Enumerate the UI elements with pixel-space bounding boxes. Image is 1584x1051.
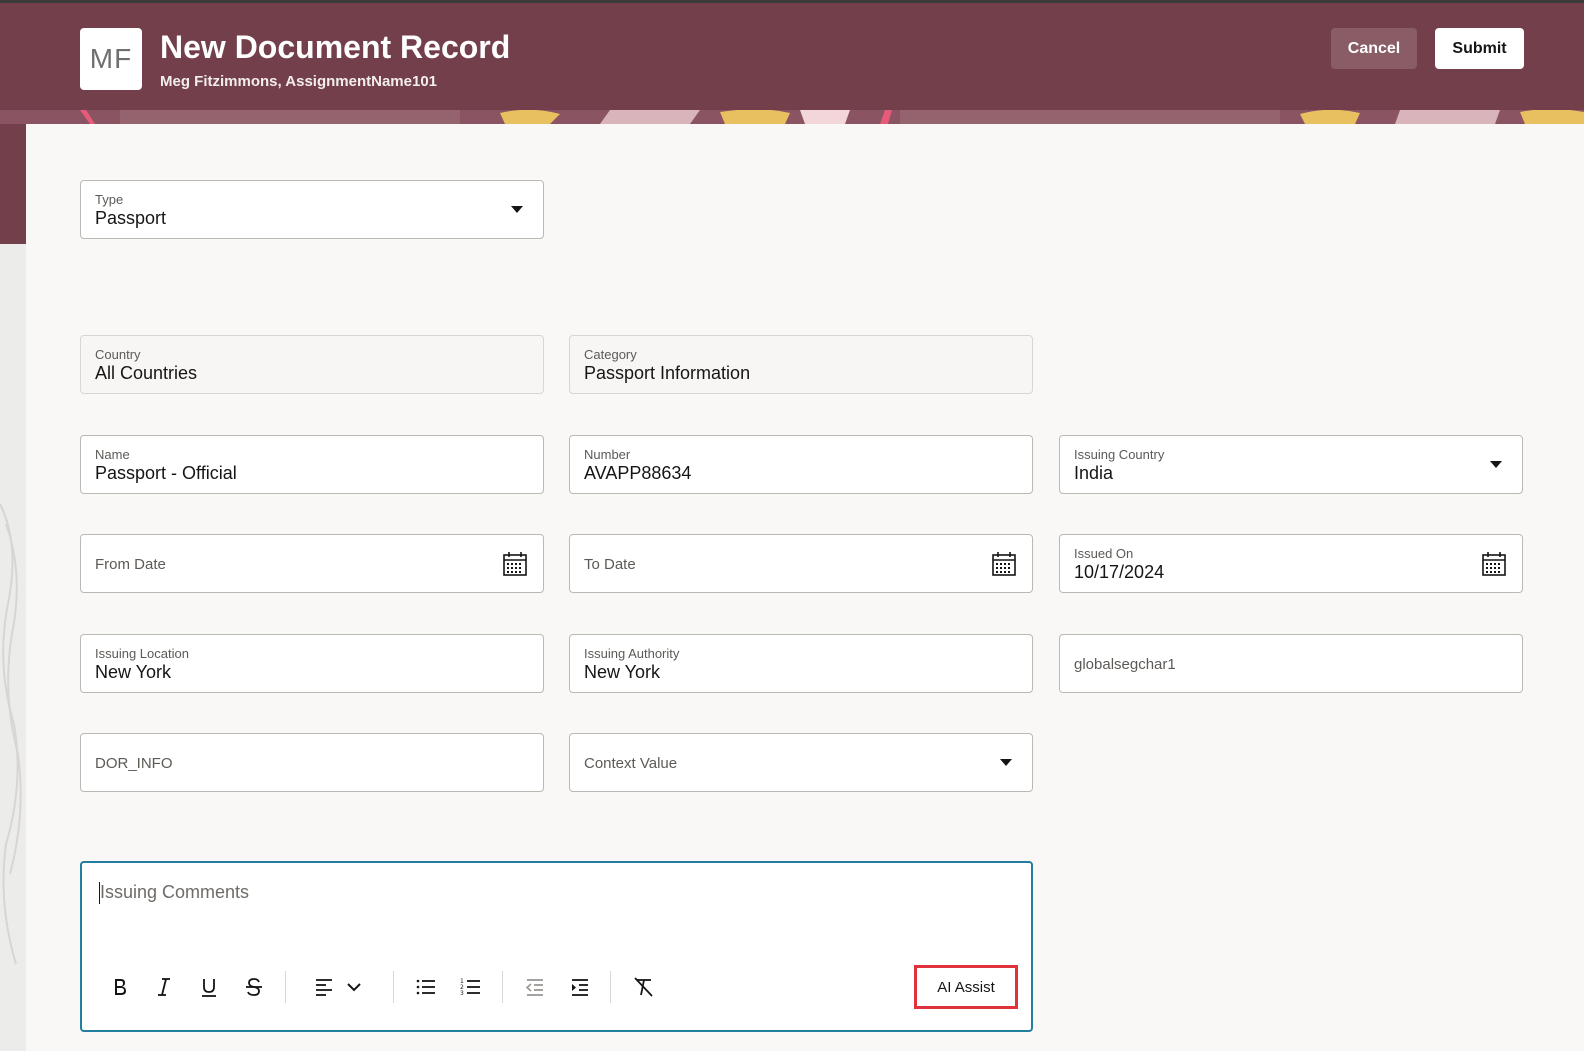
issuing-authority-value: New York xyxy=(584,662,661,682)
number-input[interactable]: Number AVAPP88634 xyxy=(569,435,1033,494)
country-label: Country xyxy=(95,347,141,362)
issuing-location-label: Issuing Location xyxy=(95,646,189,661)
context-value-placeholder: Context Value xyxy=(584,755,678,772)
issuing-location-value: New York xyxy=(95,662,172,682)
page-subtitle: Meg Fitzimmons, AssignmentName101 xyxy=(160,73,438,90)
toolbar-divider xyxy=(393,971,394,1003)
page-title: New Document Record xyxy=(160,29,511,65)
context-value-select[interactable]: Context Value xyxy=(569,733,1033,792)
issuing-authority-input[interactable]: Issuing Authority New York xyxy=(569,634,1033,693)
avatar: MF xyxy=(80,28,142,90)
dor-info-placeholder: DOR_INFO xyxy=(95,755,173,772)
globalsegchar1-placeholder: globalsegchar1 xyxy=(1074,656,1176,673)
toolbar-divider xyxy=(502,971,503,1003)
issued-on-label: Issued On xyxy=(1074,546,1134,561)
outdent-icon[interactable] xyxy=(519,971,551,1003)
bold-icon[interactable] xyxy=(104,971,136,1003)
chevron-down-icon[interactable] xyxy=(340,971,368,1003)
toolbar-divider xyxy=(610,971,611,1003)
calendar-icon[interactable] xyxy=(991,551,1017,577)
issuing-country-value: India xyxy=(1074,463,1114,483)
issuing-country-label: Issuing Country xyxy=(1074,447,1165,462)
svg-text:3: 3 xyxy=(460,990,464,997)
calendar-icon[interactable] xyxy=(1481,551,1507,577)
toolbar-divider xyxy=(285,971,286,1003)
name-value: Passport - Official xyxy=(95,463,237,483)
submit-button[interactable]: Submit xyxy=(1435,28,1524,69)
from-date-input[interactable]: From Date xyxy=(80,534,544,593)
number-value: AVAPP88634 xyxy=(584,463,692,483)
category-value: Passport Information xyxy=(584,363,751,383)
dropdown-arrow-icon xyxy=(1000,759,1012,766)
to-date-placeholder: To Date xyxy=(584,556,636,573)
type-value: Passport xyxy=(95,208,167,228)
type-label: Type xyxy=(95,192,124,207)
background-pattern xyxy=(0,244,26,1051)
numbered-list-icon[interactable]: 123 xyxy=(455,971,487,1003)
country-field: Country All Countries xyxy=(80,335,544,394)
dor-info-input[interactable]: DOR_INFO xyxy=(80,733,544,792)
from-date-placeholder: From Date xyxy=(95,556,166,573)
strikethrough-icon[interactable] xyxy=(238,971,270,1003)
globalsegchar1-input[interactable]: globalsegchar1 xyxy=(1059,634,1523,693)
to-date-input[interactable]: To Date xyxy=(569,534,1033,593)
country-value: All Countries xyxy=(95,363,198,383)
issuing-authority-label: Issuing Authority xyxy=(584,646,680,661)
name-label: Name xyxy=(95,447,130,462)
clear-formatting-icon[interactable] xyxy=(627,971,659,1003)
align-left-icon[interactable] xyxy=(308,971,340,1003)
name-input[interactable]: Name Passport - Official xyxy=(80,435,544,494)
dropdown-arrow-icon xyxy=(511,206,523,213)
dropdown-arrow-icon xyxy=(1490,461,1502,468)
category-label: Category xyxy=(584,347,637,362)
issuing-country-select[interactable]: Issuing Country India xyxy=(1059,435,1523,494)
number-label: Number xyxy=(584,447,631,462)
issuing-comments-editor[interactable]: Issuing Comments 123 AI Assist xyxy=(80,861,1033,1032)
type-select[interactable]: Type Passport xyxy=(80,180,544,239)
italic-icon[interactable] xyxy=(148,971,180,1003)
issuing-location-input[interactable]: Issuing Location New York xyxy=(80,634,544,693)
cancel-button[interactable]: Cancel xyxy=(1331,28,1417,69)
underline-icon[interactable] xyxy=(193,971,225,1003)
issued-on-value: 10/17/2024 xyxy=(1074,562,1165,582)
issuing-comments-placeholder: Issuing Comments xyxy=(100,882,250,902)
category-field: Category Passport Information xyxy=(569,335,1033,394)
page-header: MF New Document Record Meg Fitzimmons, A… xyxy=(0,3,1584,113)
calendar-icon[interactable] xyxy=(502,551,528,577)
indent-icon[interactable] xyxy=(564,971,596,1003)
issued-on-input[interactable]: Issued On 10/17/2024 xyxy=(1059,534,1523,593)
bullet-list-icon[interactable] xyxy=(410,971,442,1003)
ai-assist-button[interactable]: AI Assist xyxy=(914,965,1018,1009)
